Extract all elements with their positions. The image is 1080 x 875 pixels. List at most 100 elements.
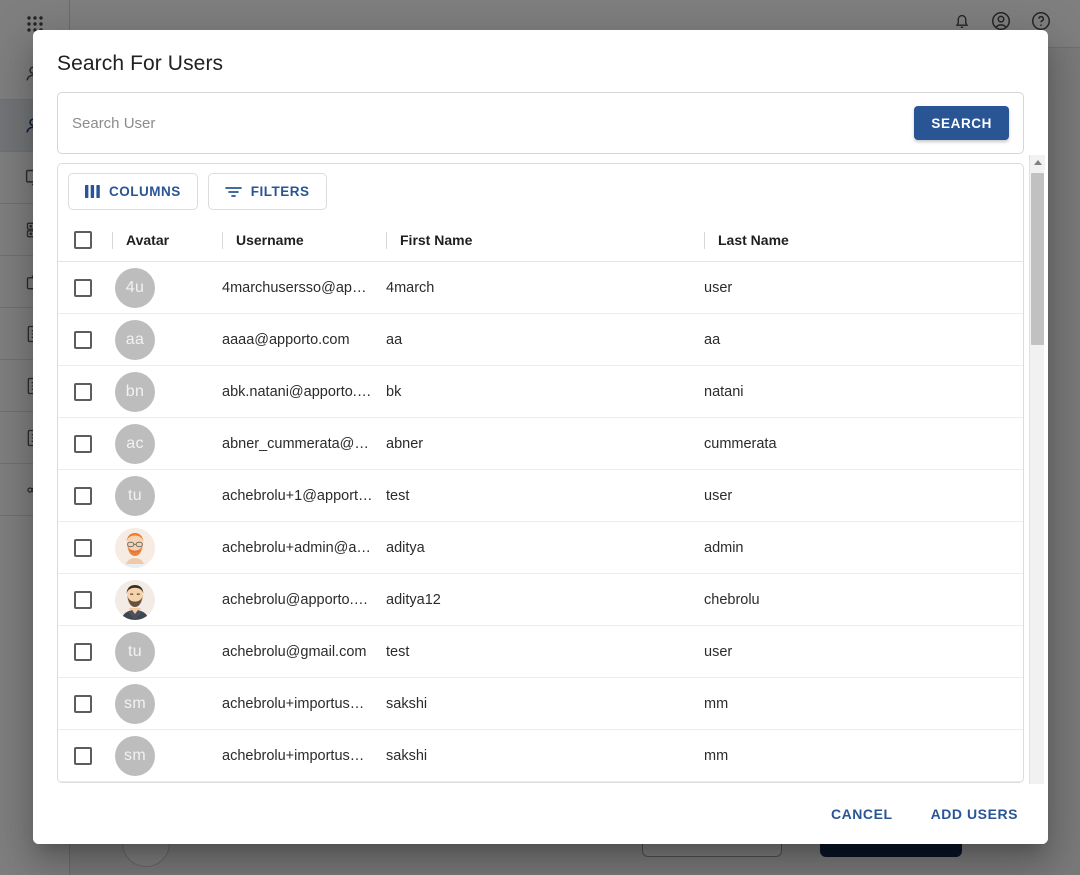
row-username-cell: achebrolu@gmail.com bbox=[222, 626, 386, 678]
row-avatar-cell: tu bbox=[112, 626, 222, 678]
row-first-name: sakshi bbox=[386, 748, 704, 764]
column-header-avatar[interactable]: Avatar bbox=[112, 219, 222, 262]
column-divider bbox=[386, 232, 387, 249]
row-first-name: bk bbox=[386, 384, 704, 400]
columns-button[interactable]: COLUMNS bbox=[68, 173, 198, 210]
row-avatar-initials: tu bbox=[115, 476, 155, 516]
row-first-name: 4march bbox=[386, 280, 704, 296]
column-header-first-name[interactable]: First Name bbox=[386, 219, 704, 262]
row-username: achebrolu@gmail.com bbox=[222, 644, 386, 660]
row-checkbox[interactable] bbox=[74, 331, 92, 349]
column-header-label: Username bbox=[236, 232, 304, 248]
row-select-cell bbox=[58, 522, 112, 574]
table-row[interactable]: tu achebrolu@gmail.com test user bbox=[58, 626, 1023, 678]
row-first-name-cell: aditya bbox=[386, 522, 704, 574]
row-avatar-cell: ac bbox=[112, 418, 222, 470]
row-checkbox[interactable] bbox=[74, 435, 92, 453]
row-username: achebrolu+importus… bbox=[222, 696, 386, 712]
table-row[interactable]: 4u 4marchusersso@ap… 4march user bbox=[58, 262, 1023, 314]
search-button[interactable]: SEARCH bbox=[914, 106, 1009, 140]
table-row[interactable]: achebrolu+admin@a… aditya admin bbox=[58, 522, 1023, 574]
column-header-username[interactable]: Username bbox=[222, 219, 386, 262]
add-users-button[interactable]: ADD USERS bbox=[923, 798, 1026, 830]
row-checkbox[interactable] bbox=[74, 487, 92, 505]
row-last-name: admin bbox=[704, 540, 1023, 556]
column-header-label: First Name bbox=[400, 232, 472, 248]
row-username-cell: aaaa@apporto.com bbox=[222, 314, 386, 366]
row-last-name: mm bbox=[704, 696, 1023, 712]
row-select-cell bbox=[58, 730, 112, 782]
table-row[interactable]: bn abk.natani@apporto.… bk natani bbox=[58, 366, 1023, 418]
row-avatar-initials: 4u bbox=[115, 268, 155, 308]
row-last-name: user bbox=[704, 488, 1023, 504]
filters-button-label: FILTERS bbox=[251, 184, 310, 199]
dialog-scrollbar[interactable] bbox=[1029, 155, 1044, 784]
row-checkbox[interactable] bbox=[74, 383, 92, 401]
row-avatar-image bbox=[115, 528, 155, 568]
table-row[interactable]: achebrolu@apporto.… aditya12 chebrolu bbox=[58, 574, 1023, 626]
row-first-name-cell: abner bbox=[386, 418, 704, 470]
table-header-row: Avatar Username First Name La bbox=[58, 219, 1023, 262]
row-username-cell: achebrolu+importus… bbox=[222, 730, 386, 782]
row-last-name: mm bbox=[704, 748, 1023, 764]
select-all-checkbox[interactable] bbox=[74, 231, 92, 249]
scroll-up-arrow-icon[interactable] bbox=[1030, 155, 1045, 170]
filters-icon bbox=[225, 185, 242, 198]
row-last-name-cell: mm bbox=[704, 678, 1023, 730]
table-row[interactable]: aa aaaa@apporto.com aa aa bbox=[58, 314, 1023, 366]
row-avatar-image bbox=[115, 580, 155, 620]
column-divider bbox=[112, 232, 113, 249]
row-username: abk.natani@apporto.… bbox=[222, 384, 386, 400]
row-first-name: test bbox=[386, 644, 704, 660]
row-avatar-initials: aa bbox=[115, 320, 155, 360]
row-first-name: sakshi bbox=[386, 696, 704, 712]
row-username-cell: achebrolu+1@apport… bbox=[222, 470, 386, 522]
row-username-cell: achebrolu@apporto.… bbox=[222, 574, 386, 626]
table-row[interactable]: ac abner_cummerata@… abner cummerata bbox=[58, 418, 1023, 470]
row-first-name-cell: bk bbox=[386, 366, 704, 418]
table-row[interactable]: sm achebrolu+importus… sakshi mm bbox=[58, 678, 1023, 730]
row-username-cell: abk.natani@apporto.… bbox=[222, 366, 386, 418]
row-select-cell bbox=[58, 574, 112, 626]
row-first-name-cell: aa bbox=[386, 314, 704, 366]
columns-button-label: COLUMNS bbox=[109, 184, 181, 199]
row-avatar-cell: tu bbox=[112, 470, 222, 522]
row-first-name: aditya bbox=[386, 540, 704, 556]
row-first-name-cell: sakshi bbox=[386, 730, 704, 782]
row-first-name: test bbox=[386, 488, 704, 504]
table-row[interactable]: tu achebrolu+1@apport… test user bbox=[58, 470, 1023, 522]
column-header-last-name[interactable]: Last Name bbox=[704, 219, 1023, 262]
row-last-name-cell: admin bbox=[704, 522, 1023, 574]
search-input[interactable] bbox=[58, 115, 914, 132]
row-last-name-cell: chebrolu bbox=[704, 574, 1023, 626]
row-last-name: aa bbox=[704, 332, 1023, 348]
row-checkbox[interactable] bbox=[74, 747, 92, 765]
row-avatar-cell: bn bbox=[112, 366, 222, 418]
row-last-name-cell: cummerata bbox=[704, 418, 1023, 470]
column-divider bbox=[222, 232, 223, 249]
row-first-name: aditya12 bbox=[386, 592, 704, 608]
table-row[interactable]: sm achebrolu+importus… sakshi mm bbox=[58, 730, 1023, 782]
filters-button[interactable]: FILTERS bbox=[208, 173, 327, 210]
row-checkbox[interactable] bbox=[74, 539, 92, 557]
row-avatar-cell bbox=[112, 522, 222, 574]
column-divider bbox=[704, 232, 705, 249]
row-checkbox[interactable] bbox=[74, 279, 92, 297]
column-header-label: Last Name bbox=[718, 232, 789, 248]
row-first-name-cell: 4march bbox=[386, 262, 704, 314]
cancel-button[interactable]: CANCEL bbox=[823, 798, 901, 830]
row-first-name: abner bbox=[386, 436, 704, 452]
row-avatar-initials: sm bbox=[115, 736, 155, 776]
row-avatar-initials: ac bbox=[115, 424, 155, 464]
row-first-name-cell: test bbox=[386, 626, 704, 678]
row-select-cell bbox=[58, 678, 112, 730]
row-checkbox[interactable] bbox=[74, 643, 92, 661]
row-last-name-cell: user bbox=[704, 470, 1023, 522]
scrollbar-thumb[interactable] bbox=[1031, 173, 1044, 345]
row-last-name-cell: mm bbox=[704, 730, 1023, 782]
row-checkbox[interactable] bbox=[74, 591, 92, 609]
search-user-field[interactable]: SEARCH bbox=[57, 92, 1024, 154]
row-username: achebrolu+admin@a… bbox=[222, 540, 386, 556]
row-username: achebrolu+1@apport… bbox=[222, 488, 386, 504]
row-checkbox[interactable] bbox=[74, 695, 92, 713]
